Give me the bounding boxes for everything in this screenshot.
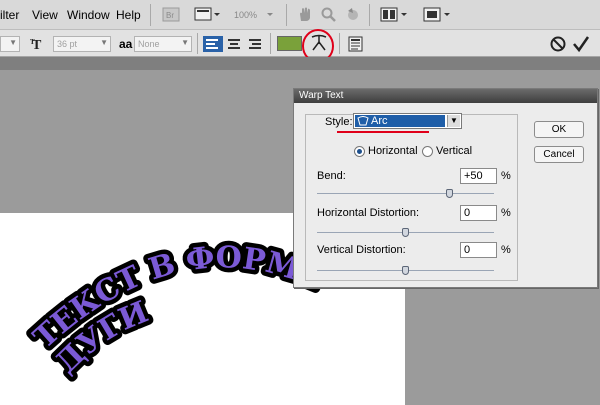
separator [270, 33, 271, 54]
cancel-icon[interactable] [549, 35, 567, 53]
commit-icon[interactable] [572, 35, 590, 53]
svg-text:Br: Br [166, 11, 174, 20]
bend-slider-thumb[interactable] [445, 189, 453, 198]
rotate-view-icon[interactable] [344, 6, 362, 23]
v-distortion-input[interactable]: 0 [460, 242, 497, 258]
separator [369, 4, 370, 26]
style-select[interactable]: Arc ▼ [353, 113, 462, 129]
font-style-field[interactable]: ▼ [0, 36, 20, 52]
menu-window[interactable]: Window [67, 8, 110, 22]
character-panel-icon[interactable] [347, 35, 365, 53]
warp-text-dialog: Warp Text Style: Arc ▼ Horizontal Vertic… [293, 88, 598, 288]
h-distortion-input[interactable]: 0 [460, 205, 497, 221]
font-size-icon: T T [30, 38, 42, 52]
bridge-icon[interactable]: Br [160, 6, 182, 23]
font-size-field[interactable]: 36 pt ▼ [53, 36, 111, 52]
menu-help[interactable]: Help [116, 8, 141, 22]
style-selected-value: Arc [355, 115, 445, 127]
menu-filter[interactable]: ilter [0, 8, 19, 22]
horizontal-radio-label: Horizontal [368, 145, 418, 157]
percent-label: % [501, 244, 511, 256]
screen-mode-icon[interactable] [193, 6, 221, 23]
separator [286, 4, 287, 26]
separator [150, 4, 151, 26]
warped-text-top: ТЕКСТ В ФОРМЕ [27, 240, 327, 356]
arrange-documents-icon[interactable] [379, 6, 409, 23]
menu-bar: ilter View Window Help Br 100% [0, 0, 600, 30]
v-distortion-label: Vertical Distortion: [317, 244, 406, 256]
horizontal-radio[interactable] [354, 146, 365, 157]
vertical-radio[interactable] [422, 146, 433, 157]
chevron-down-icon[interactable]: ▼ [447, 115, 460, 127]
h-distortion-slider-thumb[interactable] [401, 228, 409, 237]
menu-view[interactable]: View [32, 8, 58, 22]
vertical-radio-label: Vertical [436, 145, 473, 157]
svg-text:ТЕКСТ В ФОРМЕ: ТЕКСТ В ФОРМЕ [27, 240, 327, 356]
options-bar: ▼ T T 36 pt ▼ aa None ▼ [0, 29, 600, 63]
hand-tool-icon[interactable] [296, 6, 314, 23]
percent-label: % [501, 170, 511, 182]
arc-style-icon [357, 116, 369, 126]
bend-label: Bend: [317, 170, 346, 182]
style-label: Style: [325, 116, 353, 128]
underline-annotation [337, 131, 429, 133]
antialias-field[interactable]: None ▼ [134, 36, 192, 52]
svg-text:T: T [30, 38, 35, 46]
align-right-icon[interactable] [246, 36, 264, 52]
screen-mode-full-icon[interactable] [422, 6, 452, 23]
separator [197, 33, 198, 54]
cancel-button[interactable]: Cancel [534, 146, 584, 163]
percent-label: % [501, 207, 511, 219]
ok-button[interactable]: OK [534, 121, 584, 138]
align-center-icon[interactable] [225, 36, 243, 52]
bend-slider-track[interactable] [317, 193, 494, 194]
zoom-tool-icon[interactable] [320, 6, 338, 23]
separator [339, 33, 340, 54]
panel-strip [0, 57, 600, 70]
align-left-icon[interactable] [203, 36, 223, 52]
zoom-level[interactable]: 100% [234, 10, 257, 20]
h-distortion-label: Horizontal Distortion: [317, 207, 420, 219]
v-distortion-slider-thumb[interactable] [401, 266, 409, 275]
zoom-dropdown-icon[interactable] [266, 6, 276, 23]
antialias-label: aa [119, 37, 133, 51]
bend-input[interactable]: +50 [460, 168, 497, 184]
dialog-title: Warp Text [294, 89, 597, 103]
